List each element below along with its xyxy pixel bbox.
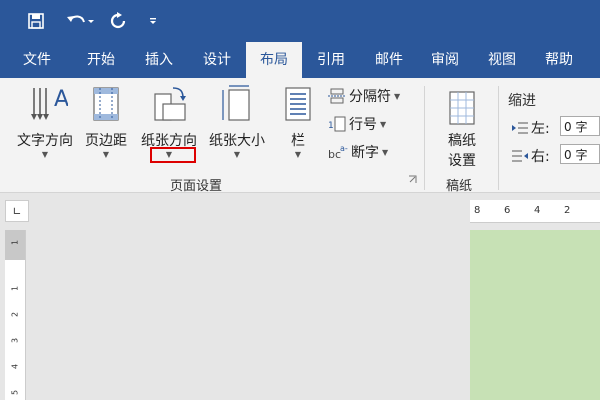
indent-title: 缩进 <box>508 93 536 109</box>
draft-paper-label-line2: 设置 <box>448 153 476 169</box>
chevron-down-icon: ▼ <box>233 150 241 159</box>
page-size-icon <box>222 85 250 121</box>
page-setup-group-label: 页面设置 <box>170 179 223 194</box>
ruler-number: 1 <box>10 285 20 292</box>
document-page[interactable] <box>470 230 600 400</box>
tab-insert[interactable]: 插入 <box>130 42 188 78</box>
columns-icon <box>285 87 311 121</box>
quick-access-toolbar <box>0 0 600 42</box>
ruler-number: 2 <box>10 311 20 318</box>
tab-home[interactable]: 开始 <box>72 42 130 78</box>
save-icon <box>28 13 44 29</box>
save-button[interactable] <box>22 0 50 42</box>
margins-button[interactable]: 页边距 ▼ <box>80 84 132 168</box>
draft-paper-group-label: 稿纸 <box>446 179 473 194</box>
chevron-down-icon: ▼ <box>382 147 389 157</box>
chevron-down-icon: ▼ <box>394 91 401 101</box>
ruler-number: 2 <box>564 205 571 216</box>
tab-layout[interactable]: 布局 <box>246 42 302 78</box>
hyphenation-button[interactable]: bc a- 断字 ▼ <box>328 142 388 162</box>
text-direction-icon: A <box>31 87 69 120</box>
ruler-number: 4 <box>534 205 541 216</box>
indent-left-icon <box>512 122 528 134</box>
chevron-down-icon: ▼ <box>41 150 49 159</box>
breaks-icon <box>328 88 346 104</box>
tab-selector[interactable]: ∟ <box>5 200 29 222</box>
tab-view[interactable]: 视图 <box>474 42 530 78</box>
redo-button[interactable] <box>106 0 130 42</box>
size-button[interactable]: 纸张大小 ▼ <box>204 84 270 168</box>
indent-left-label: 左: <box>531 121 550 137</box>
horizontal-ruler[interactable]: 8 6 4 2 <box>470 200 600 223</box>
line-numbers-button[interactable]: 1 行号 ▼ <box>328 114 386 134</box>
group-separator <box>424 86 425 190</box>
draft-paper-icon <box>449 91 475 125</box>
indent-right-input[interactable]: 0 字符 <box>560 144 600 164</box>
margins-icon <box>93 87 119 121</box>
tab-references[interactable]: 引用 <box>302 42 360 78</box>
hyphenation-icon: bca- <box>328 144 348 160</box>
svg-text:1: 1 <box>328 121 334 131</box>
redo-icon <box>110 12 126 29</box>
undo-icon <box>67 15 94 23</box>
breaks-label: 分隔符 <box>349 89 391 105</box>
line-numbers-label: 行号 <box>349 117 377 133</box>
hyphenation-label: 断字 <box>351 145 379 161</box>
tab-mailings[interactable]: 邮件 <box>360 42 418 78</box>
svg-text:A: A <box>54 87 68 112</box>
group-separator <box>498 86 499 190</box>
tab-help[interactable]: 帮助 <box>530 42 588 78</box>
indent-right-label: 右: <box>531 149 550 165</box>
ruler-number: 5 <box>10 389 20 396</box>
ruler-number: 8 <box>474 205 481 216</box>
orientation-dropdown-highlight <box>150 147 196 163</box>
ruler-number: 3 <box>10 337 20 344</box>
columns-label: 栏 <box>291 133 305 149</box>
chevron-down-icon: ▼ <box>294 150 302 159</box>
text-direction-button[interactable]: A 文字方向 ▼ <box>12 84 78 168</box>
columns-button[interactable]: 栏 ▼ <box>278 84 318 168</box>
tab-file[interactable]: 文件 <box>8 42 66 78</box>
ribbon: A 文字方向 ▼ 页边距 ▼ 纸张方向 ▼ 纸张大小 ▼ 栏 ▼ 分隔符 ▼ 1… <box>0 78 600 194</box>
svg-text:a-: a- <box>340 144 348 153</box>
ribbon-tabs: 文件 开始 插入 设计 布局 引用 邮件 审阅 视图 帮助 <box>0 42 600 78</box>
line-numbers-icon: 1 <box>328 116 346 132</box>
chevron-down-icon: ▼ <box>102 150 110 159</box>
indent-left-label-row: 左: <box>512 118 550 138</box>
chevron-down-icon: ▼ <box>380 119 387 129</box>
draft-paper-label-line1: 稿纸 <box>448 133 476 149</box>
orientation-icon <box>154 87 186 121</box>
indent-right-label-row: 右: <box>512 146 550 166</box>
vertical-ruler[interactable]: 1 1 2 3 4 5 <box>5 230 26 400</box>
dialog-launcher-icon <box>409 175 417 183</box>
page-setup-launcher[interactable] <box>408 175 417 184</box>
ruler-number: 6 <box>504 205 511 216</box>
ruler-number: 1 <box>10 239 20 246</box>
indent-right-icon <box>512 150 528 162</box>
tab-design[interactable]: 设计 <box>188 42 246 78</box>
indent-left-input[interactable]: 0 字符 <box>560 116 600 136</box>
tab-review[interactable]: 审阅 <box>416 42 474 78</box>
undo-button[interactable] <box>60 0 100 42</box>
draft-paper-setup-button[interactable]: 稿纸 设置 <box>436 90 488 169</box>
margins-label: 页边距 <box>85 133 127 149</box>
customize-toolbar-button[interactable] <box>144 0 162 42</box>
customize-icon <box>150 18 156 24</box>
text-direction-label: 文字方向 <box>17 133 73 149</box>
size-label: 纸张大小 <box>209 133 265 149</box>
breaks-button[interactable]: 分隔符 ▼ <box>328 86 400 106</box>
ruler-number: 4 <box>10 363 20 370</box>
